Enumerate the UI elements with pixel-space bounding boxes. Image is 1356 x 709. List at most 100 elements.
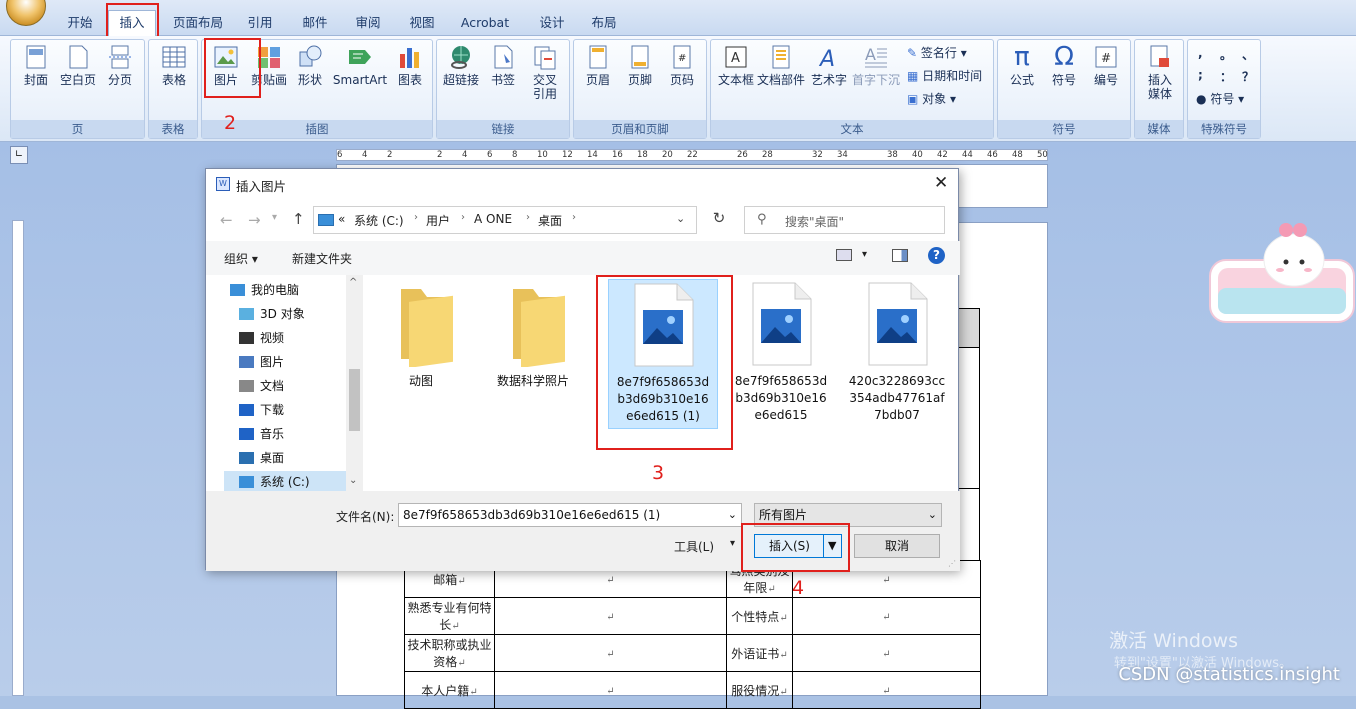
nav-item[interactable]: 3D 对象 (224, 303, 362, 325)
tab-references[interactable]: 引用 (240, 12, 280, 34)
hyperlink-button[interactable]: 超链接 (441, 44, 481, 87)
close-icon[interactable]: ✕ (934, 173, 948, 193)
table-cell[interactable]: 外语证书↵ (726, 634, 793, 672)
filename-input[interactable]: 8e7f9f658653db3d69b310e16e6ed615 (1) ⌄ (398, 503, 742, 527)
numbering-button[interactable]: # 编号 (1086, 44, 1126, 87)
up-arrow-icon[interactable]: ↑ (292, 210, 305, 228)
horizontal-ruler[interactable]: 6 4 2 2 4 6 8 10 12 14 16 18 20 22 26 28 32 34 38 40 42 44 46 4… (336, 149, 1048, 161)
nav-item[interactable]: 桌面 (224, 447, 362, 469)
chevron-down-icon[interactable]: ⌄ (928, 504, 937, 526)
nav-item[interactable]: 下载 (224, 399, 362, 421)
path-segment-desktop[interactable]: 桌面 (538, 212, 562, 229)
vertical-ruler[interactable] (12, 220, 24, 696)
tools-dropdown-icon[interactable]: ▾ (730, 538, 735, 549)
header-button[interactable]: 页眉 (578, 44, 618, 87)
blank-page-button[interactable]: 空白页 (57, 44, 99, 87)
tab-layout[interactable]: 布局 (584, 12, 624, 34)
nav-scrollbar[interactable]: ^ ⌄ (346, 275, 363, 491)
scroll-up-icon[interactable]: ^ (349, 277, 357, 288)
shapes-button[interactable]: 形状 (292, 44, 328, 87)
nav-item[interactable]: 我的电脑 (224, 279, 362, 301)
chevron-down-icon[interactable]: ⌄ (728, 504, 737, 526)
chart-button[interactable]: 图表 (392, 44, 428, 87)
wordart-button[interactable]: A 艺术字 (809, 44, 849, 87)
textbox-button[interactable]: A 文本框 (715, 44, 757, 87)
tab-view[interactable]: 视图 (402, 12, 442, 34)
equation-button[interactable]: π 公式 (1002, 44, 1042, 87)
view-options-icon[interactable] (836, 249, 852, 261)
tab-design[interactable]: 设计 (532, 12, 572, 34)
page-break-button[interactable]: 分页 (101, 44, 139, 87)
table-cell[interactable]: ↵ (494, 634, 727, 672)
special-glyph-4[interactable]: ; (1198, 68, 1203, 82)
smartart-button[interactable]: SmartArt (330, 44, 390, 87)
special-glyph-5[interactable]: ： (1220, 68, 1232, 85)
view-dropdown-icon[interactable]: ▾ (862, 249, 867, 260)
tab-home[interactable]: 开始 (60, 12, 100, 34)
date-time-button[interactable]: ▦ 日期和时间 (907, 67, 982, 84)
file-item[interactable]: 数据科学照片 (478, 281, 588, 390)
cross-reference-button[interactable]: 交叉 引用 (525, 44, 565, 101)
new-folder-button[interactable]: 新建文件夹 (292, 250, 352, 267)
tab-selector-icon[interactable]: ∟ (10, 146, 28, 164)
nav-item[interactable]: 系统 (C:) (224, 471, 362, 493)
help-icon[interactable]: ? (928, 247, 945, 264)
nav-item[interactable]: 视频 (224, 327, 362, 349)
search-box[interactable]: ⚲ 搜索"桌面" (744, 206, 945, 234)
path-segment-user[interactable]: A ONE (474, 212, 512, 226)
recent-dropdown-icon[interactable]: ▾ (272, 212, 277, 223)
special-glyph-1[interactable]: , (1198, 46, 1203, 60)
tab-acrobat[interactable]: Acrobat (455, 12, 515, 34)
table-cell[interactable]: 个性特点↵ (726, 597, 793, 635)
back-arrow-icon[interactable]: ← (220, 211, 233, 229)
table-cell[interactable]: ↵ (792, 671, 981, 709)
tools-button[interactable]: 工具(L) (674, 538, 714, 555)
table-cell[interactable]: 服役情况↵ (726, 671, 793, 709)
nav-item[interactable]: 音乐 (224, 423, 362, 445)
special-symbol-button[interactable]: ● 符号 ▾ (1196, 90, 1244, 107)
file-item[interactable]: 动图 (366, 281, 476, 390)
footer-button[interactable]: 页脚 (620, 44, 660, 87)
resize-grip-icon[interactable]: ⋰ (948, 559, 956, 568)
table-cell[interactable]: 本人户籍↵ (404, 671, 495, 709)
scroll-down-icon[interactable]: ⌄ (349, 475, 357, 486)
page-number-button[interactable]: # 页码 (662, 44, 702, 87)
bookmark-button[interactable]: 书签 (485, 44, 521, 87)
table-button[interactable]: 表格 (155, 44, 193, 87)
file-item[interactable]: 420c3228693cc354adb47761af7bdb07 (842, 281, 952, 424)
table-cell[interactable]: 技术职称或执业资格↵ (404, 634, 495, 672)
quick-parts-button[interactable]: 文档部件 (757, 44, 805, 87)
cover-button[interactable]: 封面 (17, 44, 55, 87)
path-segment-users[interactable]: 用户 (426, 212, 450, 229)
table-cell[interactable]: ↵ (792, 634, 981, 672)
special-glyph-6[interactable]: ？ (1242, 68, 1254, 85)
insert-media-button[interactable]: 插入 媒体 (1139, 44, 1181, 101)
symbol-button[interactable]: Ω 符号 (1044, 44, 1084, 87)
tab-review[interactable]: 审阅 (348, 12, 388, 34)
object-button[interactable]: ▣ 对象 ▾ (907, 90, 956, 107)
refresh-icon[interactable]: ↻ (706, 209, 732, 233)
special-glyph-3[interactable]: 、 (1242, 46, 1254, 63)
path-segment-drive[interactable]: 系统 (C:) (354, 212, 404, 229)
path-overflow[interactable]: « (338, 212, 345, 226)
table-cell[interactable]: 熟悉专业有何特长↵ (404, 597, 495, 635)
cancel-button[interactable]: 取消 (854, 534, 940, 558)
chevron-down-icon[interactable]: ⌄ (676, 212, 685, 225)
drop-cap-button[interactable]: A 首字下沉 (851, 44, 901, 87)
address-bar[interactable]: « 系统 (C:) › 用户 › A ONE › 桌面 › ⌄ (313, 206, 697, 234)
scroll-thumb[interactable] (349, 369, 360, 431)
table-cell[interactable]: ↵ (792, 597, 981, 635)
nav-item[interactable]: 文档 (224, 375, 362, 397)
table-cell[interactable]: ↵ (494, 597, 727, 635)
table-cell[interactable]: ↵ (494, 671, 727, 709)
office-button[interactable] (6, 0, 46, 26)
tab-page-layout[interactable]: 页面布局 (168, 12, 228, 34)
forward-arrow-icon[interactable]: → (248, 211, 261, 229)
special-glyph-2[interactable]: 。 (1220, 46, 1232, 63)
nav-item[interactable]: 图片 (224, 351, 362, 373)
preview-pane-icon[interactable] (892, 249, 908, 262)
organize-button[interactable]: 组织 ▾ (224, 250, 258, 267)
file-item[interactable]: 8e7f9f658653db3d69b310e16e6ed615 (726, 281, 836, 424)
tab-mailings[interactable]: 邮件 (295, 12, 335, 34)
signature-line-button[interactable]: ✎ 签名行 ▾ (907, 44, 967, 61)
